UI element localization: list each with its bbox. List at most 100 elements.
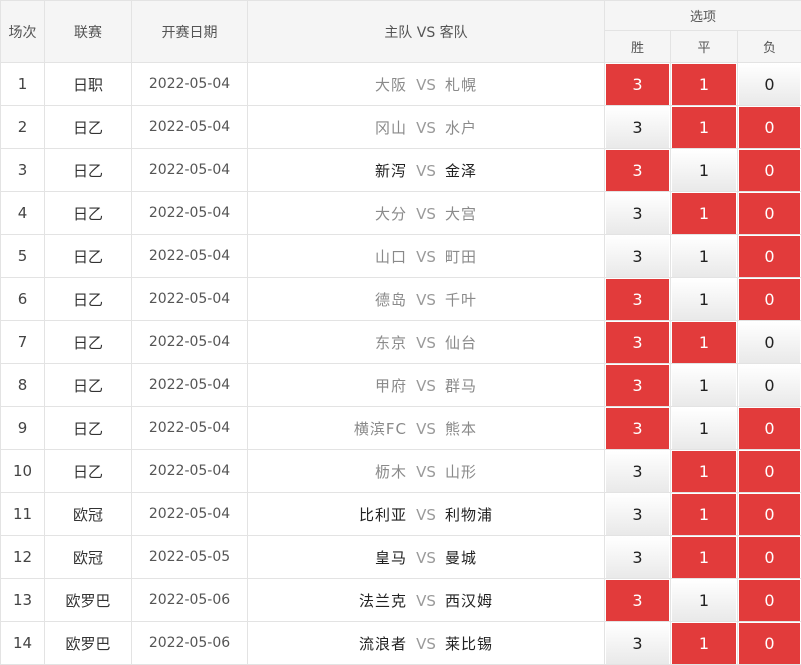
row-index: 6 <box>1 278 45 321</box>
row-league: 日乙 <box>45 364 132 407</box>
row-date: 2022-05-04 <box>132 235 248 278</box>
option-draw-button[interactable]: 1 <box>672 623 736 664</box>
option-win-button[interactable]: 3 <box>606 623 669 664</box>
option-win-button[interactable]: 3 <box>606 451 669 492</box>
option-win-button[interactable]: 3 <box>606 580 669 621</box>
row-date: 2022-05-06 <box>132 579 248 622</box>
header-league: 联赛 <box>45 1 132 63</box>
option-win-button[interactable]: 3 <box>606 365 669 406</box>
option-loss-button[interactable]: 0 <box>739 193 800 234</box>
option-draw-button[interactable]: 1 <box>672 107 736 148</box>
option-loss-button[interactable]: 0 <box>739 279 800 320</box>
row-league: 欧冠 <box>45 536 132 579</box>
row-match: 比利亚VS利物浦 <box>248 493 605 536</box>
vs-label: VS <box>407 162 445 180</box>
option-draw-button[interactable]: 1 <box>672 236 736 277</box>
option-draw-cell: 1 <box>671 364 738 407</box>
option-draw-button[interactable]: 1 <box>672 537 736 578</box>
option-loss-cell: 0 <box>738 321 801 364</box>
option-win-cell: 3 <box>605 622 671 665</box>
table-row: 12 欧冠 2022-05-05 皇马VS曼城 3 1 0 <box>1 536 801 579</box>
table-row: 11 欧冠 2022-05-04 比利亚VS利物浦 3 1 0 <box>1 493 801 536</box>
table-row: 9 日乙 2022-05-04 横滨FCVS熊本 3 1 0 <box>1 407 801 450</box>
option-draw-button[interactable]: 1 <box>672 365 736 406</box>
option-win-cell: 3 <box>605 536 671 579</box>
option-win-button[interactable]: 3 <box>606 150 669 191</box>
table-header: 场次 联赛 开赛日期 主队 VS 客队 选项 胜 平 负 <box>1 1 801 63</box>
option-draw-cell: 1 <box>671 536 738 579</box>
row-index: 8 <box>1 364 45 407</box>
option-win-button[interactable]: 3 <box>606 537 669 578</box>
option-loss-button[interactable]: 0 <box>739 150 800 191</box>
match-table: 场次 联赛 开赛日期 主队 VS 客队 选项 胜 平 负 1 日职 2022-0… <box>0 0 801 665</box>
option-draw-button[interactable]: 1 <box>672 408 736 449</box>
row-index: 1 <box>1 63 45 106</box>
option-draw-button[interactable]: 1 <box>672 279 736 320</box>
row-index: 7 <box>1 321 45 364</box>
row-index: 11 <box>1 493 45 536</box>
row-index: 5 <box>1 235 45 278</box>
option-win-button[interactable]: 3 <box>606 494 669 535</box>
option-win-cell: 3 <box>605 278 671 321</box>
away-team: 町田 <box>445 246 515 267</box>
table-row: 2 日乙 2022-05-04 冈山VS水户 3 1 0 <box>1 106 801 149</box>
table-row: 8 日乙 2022-05-04 甲府VS群马 3 1 0 <box>1 364 801 407</box>
option-draw-button[interactable]: 1 <box>672 494 736 535</box>
vs-label: VS <box>407 420 445 438</box>
row-date: 2022-05-04 <box>132 192 248 235</box>
row-index: 14 <box>1 622 45 665</box>
option-draw-cell: 1 <box>671 63 738 106</box>
home-team: 法兰克 <box>337 590 407 611</box>
option-win-button[interactable]: 3 <box>606 279 669 320</box>
table-row: 13 欧罗巴 2022-05-06 法兰克VS西汉姆 3 1 0 <box>1 579 801 622</box>
option-draw-button[interactable]: 1 <box>672 64 736 105</box>
option-draw-button[interactable]: 1 <box>672 322 736 363</box>
home-team: 流浪者 <box>337 633 407 654</box>
header-win: 胜 <box>605 31 671 63</box>
option-loss-button[interactable]: 0 <box>739 537 800 578</box>
option-draw-button[interactable]: 1 <box>672 193 736 234</box>
option-loss-button[interactable]: 0 <box>739 322 800 363</box>
home-team: 大分 <box>337 203 407 224</box>
home-team: 比利亚 <box>337 504 407 525</box>
option-win-button[interactable]: 3 <box>606 64 669 105</box>
away-team: 大宫 <box>445 203 515 224</box>
option-loss-button[interactable]: 0 <box>739 408 800 449</box>
table-row: 10 日乙 2022-05-04 枥木VS山形 3 1 0 <box>1 450 801 493</box>
option-loss-cell: 0 <box>738 450 801 493</box>
option-win-button[interactable]: 3 <box>606 322 669 363</box>
option-win-button[interactable]: 3 <box>606 107 669 148</box>
row-date: 2022-05-04 <box>132 321 248 364</box>
option-loss-button[interactable]: 0 <box>739 494 800 535</box>
away-team: 水户 <box>445 117 515 138</box>
vs-label: VS <box>407 119 445 137</box>
option-draw-cell: 1 <box>671 235 738 278</box>
option-loss-button[interactable]: 0 <box>739 236 800 277</box>
option-loss-button[interactable]: 0 <box>739 451 800 492</box>
row-match: 东京VS仙台 <box>248 321 605 364</box>
row-league: 日乙 <box>45 278 132 321</box>
row-date: 2022-05-04 <box>132 364 248 407</box>
option-loss-button[interactable]: 0 <box>739 64 800 105</box>
option-draw-button[interactable]: 1 <box>672 580 736 621</box>
option-loss-button[interactable]: 0 <box>739 107 800 148</box>
option-loss-button[interactable]: 0 <box>739 580 800 621</box>
option-win-button[interactable]: 3 <box>606 408 669 449</box>
row-match: 新泻VS金泽 <box>248 149 605 192</box>
option-win-button[interactable]: 3 <box>606 193 669 234</box>
table-row: 5 日乙 2022-05-04 山口VS町田 3 1 0 <box>1 235 801 278</box>
row-match: 枥木VS山形 <box>248 450 605 493</box>
option-win-cell: 3 <box>605 63 671 106</box>
option-loss-button[interactable]: 0 <box>739 623 800 664</box>
home-team: 东京 <box>337 332 407 353</box>
option-draw-button[interactable]: 1 <box>672 150 736 191</box>
table-body: 1 日职 2022-05-04 大阪VS札幌 3 1 0 2 日乙 2022-0… <box>1 63 801 665</box>
option-win-button[interactable]: 3 <box>606 236 669 277</box>
option-draw-button[interactable]: 1 <box>672 451 736 492</box>
home-team: 山口 <box>337 246 407 267</box>
option-win-cell: 3 <box>605 321 671 364</box>
table-row: 1 日职 2022-05-04 大阪VS札幌 3 1 0 <box>1 63 801 106</box>
away-team: 仙台 <box>445 332 515 353</box>
header-index: 场次 <box>1 1 45 63</box>
option-loss-button[interactable]: 0 <box>739 365 800 406</box>
